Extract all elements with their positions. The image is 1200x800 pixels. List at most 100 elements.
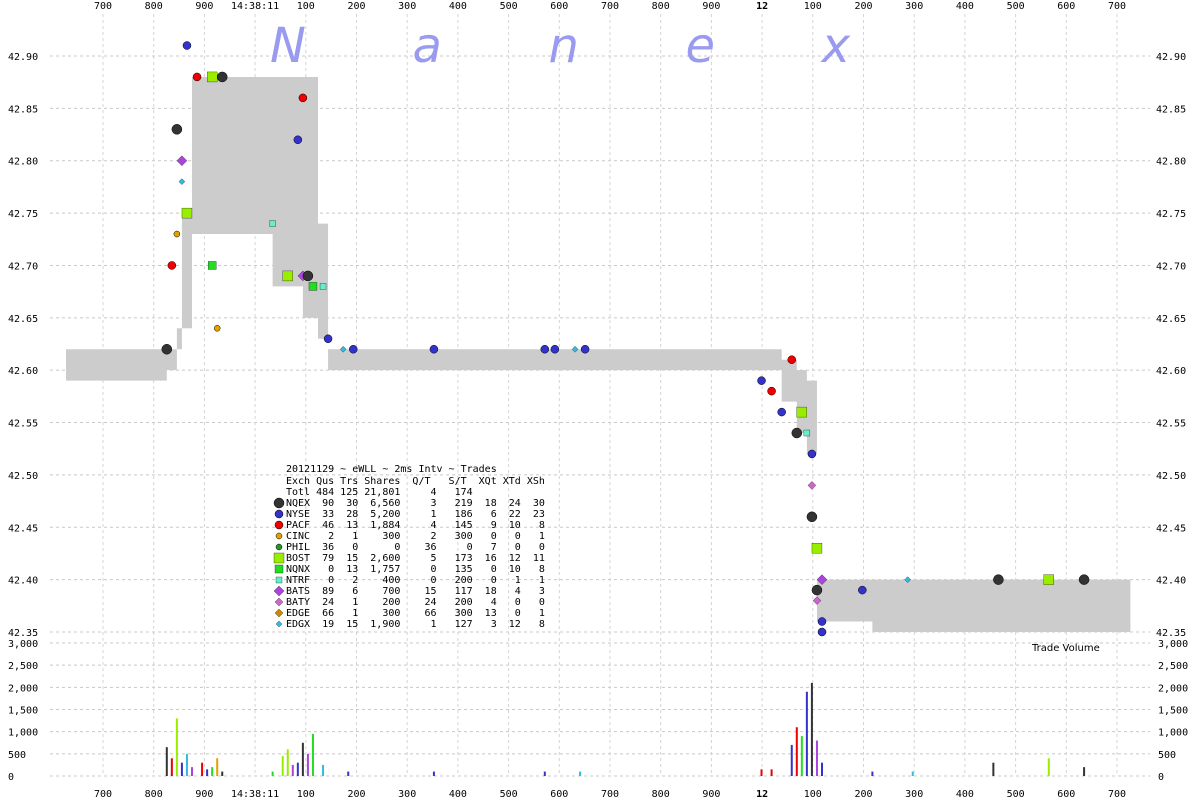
trade-marker [550, 344, 560, 354]
trade-marker [161, 343, 173, 355]
legend-marker [274, 564, 284, 574]
time-tick-bottom: 600 [1057, 789, 1075, 800]
volume-bar [432, 771, 435, 776]
time-tick-bottom: 100 [297, 789, 315, 800]
trade-marker [1078, 574, 1090, 585]
time-tick-bottom: 400 [449, 789, 467, 800]
price-tick-left: 42.75 [8, 209, 38, 220]
price-tick-left: 42.70 [8, 261, 38, 272]
time-tick-bottom: 200 [854, 789, 872, 800]
price-tick-right: 42.85 [1156, 104, 1186, 115]
time-tick-bottom: 800 [145, 789, 163, 800]
trade-marker [282, 270, 293, 282]
volume-bar [790, 744, 793, 776]
time-tick-top: 700 [94, 1, 112, 12]
volume-bar [170, 758, 173, 776]
volume-bar [206, 769, 209, 776]
volume-tick-left: 500 [8, 750, 26, 761]
volume-label: Trade Volume [1031, 643, 1100, 654]
price-tick-left: 42.50 [8, 471, 38, 482]
legend-marker [275, 620, 283, 628]
trade-marker [293, 135, 303, 145]
legend-row: BOST 79 15 2,600 5 173 16 12 11 [286, 553, 545, 564]
legend-marker [275, 576, 283, 584]
time-tick-top: 200 [347, 1, 365, 12]
volume-bar [211, 767, 214, 776]
trade-marker [540, 344, 550, 354]
volume-bar [311, 733, 314, 776]
volume-bar [871, 771, 874, 776]
time-tick-bottom: 500 [1007, 789, 1025, 800]
volume-bar [992, 762, 995, 776]
trade-marker [767, 386, 776, 396]
price-tick-left: 42.35 [8, 628, 38, 639]
trade-marker [811, 584, 823, 596]
price-tick-left: 42.80 [8, 157, 38, 168]
volume-bar [543, 771, 546, 776]
trade-marker [811, 543, 823, 554]
price-tick-left: 42.65 [8, 314, 38, 325]
price-tick-right: 42.40 [1156, 576, 1186, 587]
time-tick-top: 300 [905, 1, 923, 12]
trade-marker [207, 71, 218, 83]
price-tick-right: 42.70 [1156, 261, 1186, 272]
time-tick-bottom: 600 [550, 789, 568, 800]
volume-bar [810, 682, 813, 776]
time-tick-top: 600 [1057, 1, 1075, 12]
volume-bar [216, 758, 219, 776]
legend-title: 20121129 ~ eWLL ~ 2ms Intv ~ Trades [286, 464, 497, 475]
time-tick-top: 12 [756, 1, 768, 12]
legend-row: NTRF 0 2 400 0 200 0 1 1 [286, 575, 545, 586]
trade-marker [796, 406, 807, 418]
time-tick-top: 900 [702, 1, 720, 12]
volume-tick-left: 0 [8, 772, 14, 783]
trade-marker [807, 481, 817, 490]
volume-bar [322, 764, 325, 776]
volume-tick-right: 3,000 [1158, 639, 1188, 650]
volume-tick-left: 2,500 [8, 661, 38, 672]
price-tick-left: 42.45 [8, 523, 38, 534]
trade-marker [429, 344, 439, 354]
volume-bars [165, 682, 1086, 776]
price-tick-left: 42.55 [8, 419, 38, 430]
price-tick-right: 42.50 [1156, 471, 1186, 482]
volume-bar [286, 749, 289, 776]
trade-marker [181, 207, 193, 219]
legend-row: CINC 2 1 300 2 300 0 0 1 [286, 531, 545, 542]
price-tick-left: 42.90 [8, 52, 38, 63]
trade-marker [192, 72, 202, 82]
volume-bar [180, 762, 183, 776]
volume-bar [579, 771, 582, 776]
time-tick-bottom: 300 [398, 789, 416, 800]
legend: 20121129 ~ eWLL ~ 2ms Intv ~ Trades Exch… [273, 464, 545, 630]
trade-marker [302, 270, 314, 282]
trade-marker [308, 282, 318, 291]
time-tick-bottom: 300 [905, 789, 923, 800]
price-tick-left: 42.40 [8, 576, 38, 587]
legend-marker [274, 608, 284, 618]
volume-bar [770, 769, 773, 776]
volume-bar [306, 753, 309, 776]
axes: 42.90 42.90 42.85 42.85 42.80 42.80 42.75 42.75… [8, 1, 1188, 800]
volume-bar [296, 762, 299, 776]
time-tick-top: 14:38:11 [231, 1, 279, 12]
trade-marker [787, 355, 797, 364]
trade-marker [323, 334, 333, 344]
volume-bar [805, 691, 808, 776]
volume-bar [1047, 758, 1050, 776]
time-tick-top: 900 [195, 1, 213, 12]
volume-tick-right: 500 [1158, 750, 1176, 761]
legend-row: NQNX 0 13 1,757 0 135 0 10 8 [286, 564, 545, 575]
trade-marker [171, 124, 183, 135]
legend-marker [274, 509, 284, 519]
trade-marker [173, 230, 181, 238]
time-tick-top: 200 [854, 1, 872, 12]
time-tick-bottom: 700 [601, 789, 619, 800]
volume-tick-left: 3,000 [8, 639, 38, 650]
time-tick-top: 100 [297, 1, 315, 12]
time-tick-bottom: 900 [702, 789, 720, 800]
volume-bar [221, 771, 224, 776]
time-tick-top: 100 [804, 1, 822, 12]
legend-total: Totl 484 125 21,801 4 174 [286, 487, 473, 498]
trade-marker [208, 261, 217, 270]
